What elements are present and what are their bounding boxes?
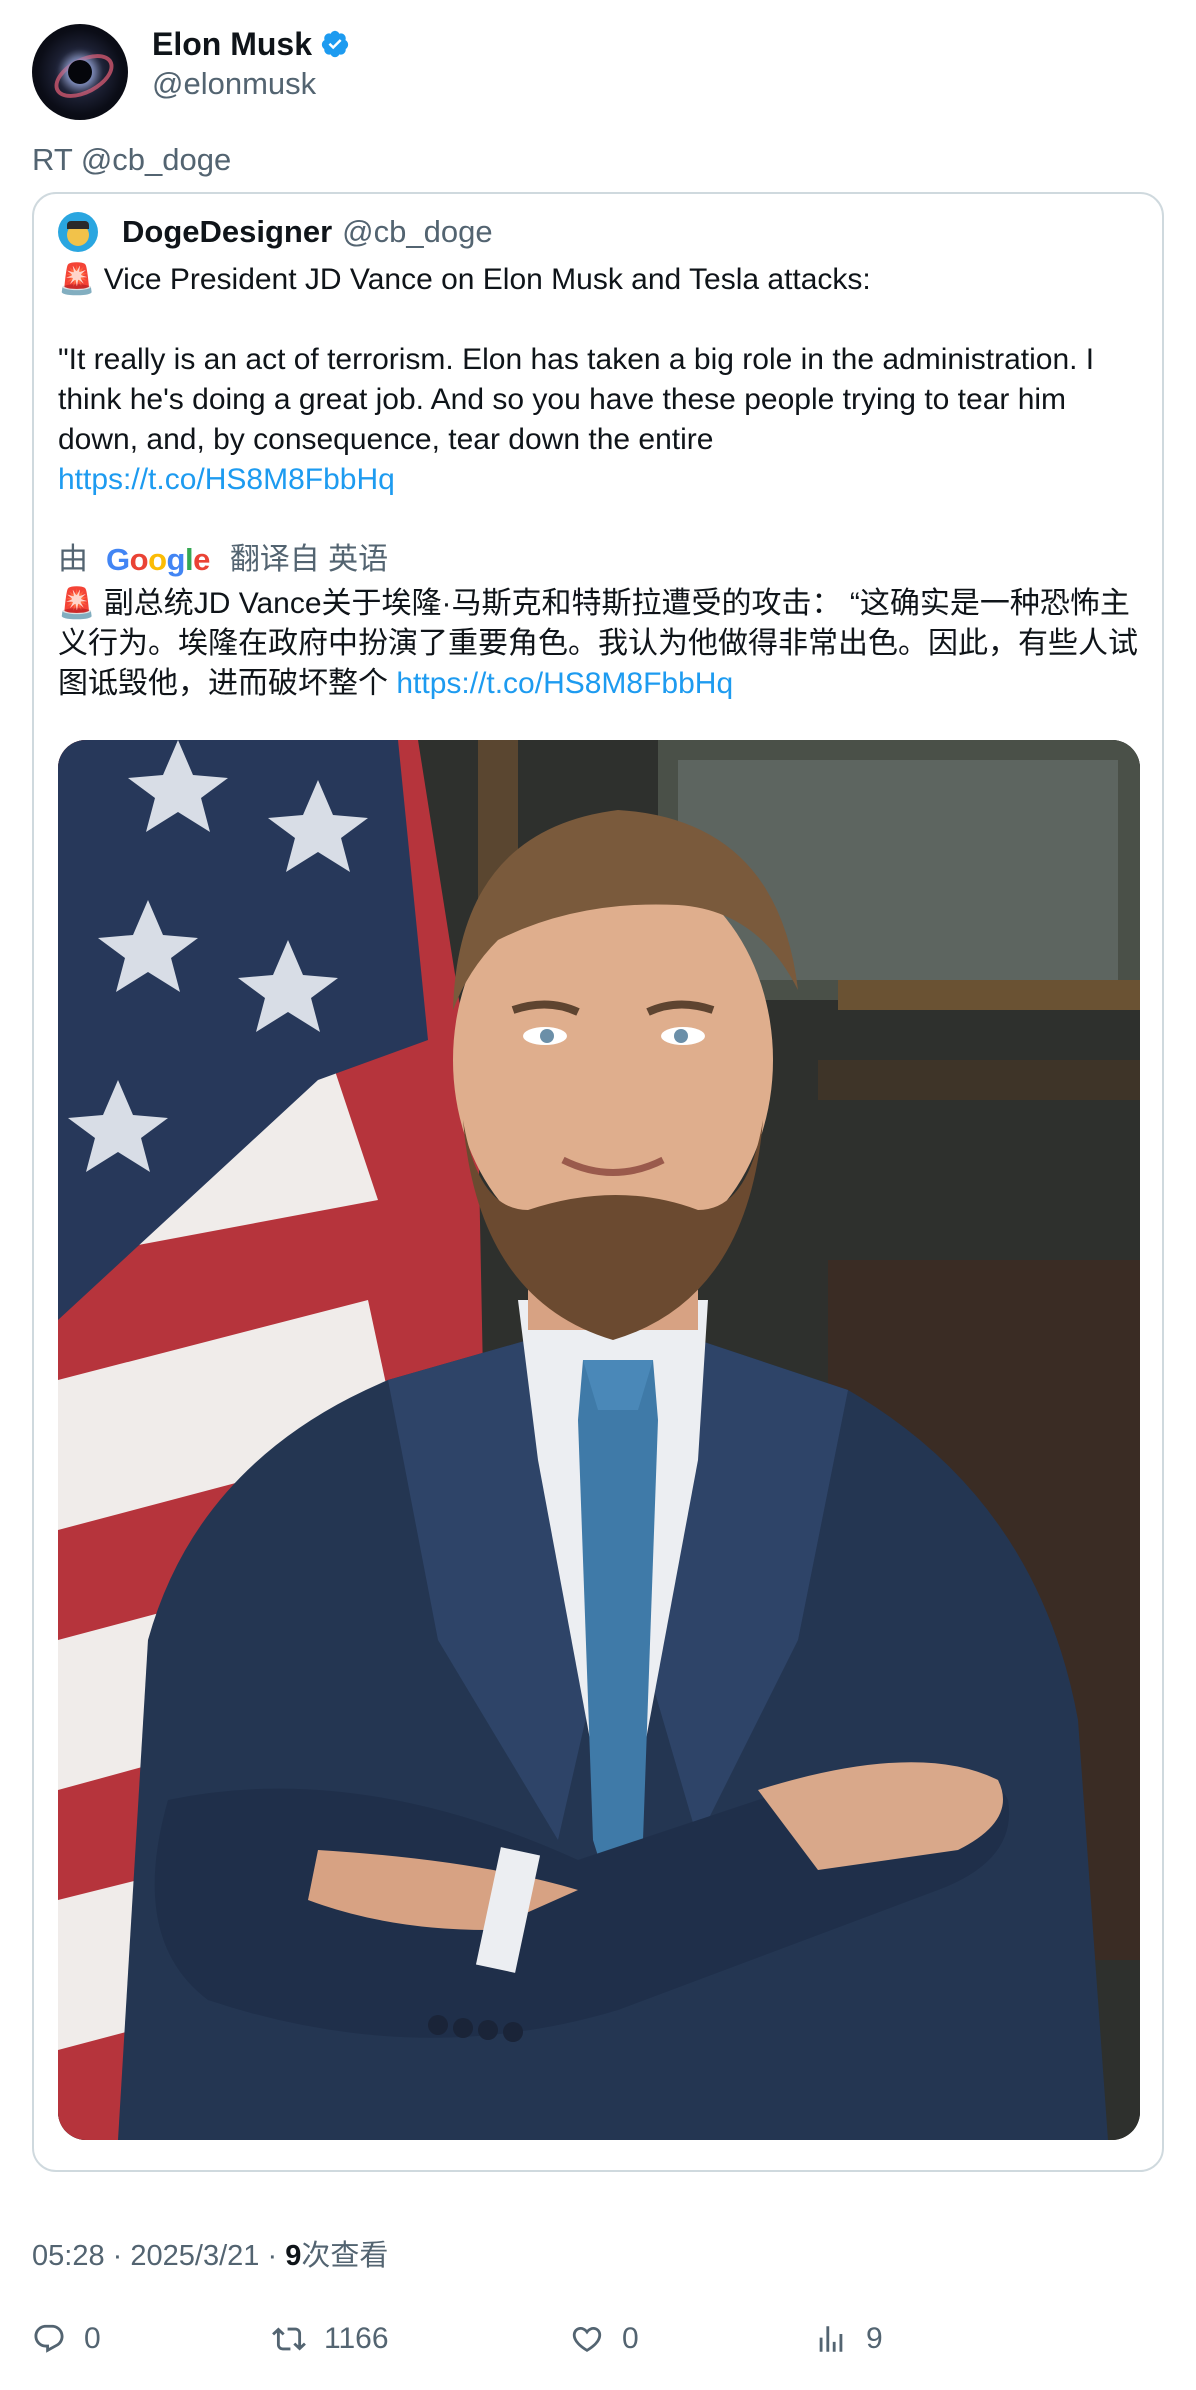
retweet-count: 1166 [324, 2322, 389, 2355]
translation-prefix: 由 [58, 543, 88, 576]
author-handle[interactable]: @elonmusk [152, 64, 350, 104]
retweet-line: RT @cb_doge [32, 142, 232, 177]
views-action-count: 9 [866, 2322, 883, 2355]
quoted-author: DogeDesigner @cb_doge [58, 212, 493, 252]
quoted-text-line1: 🚨 Vice President JD Vance on Elon Musk a… [58, 263, 871, 296]
quoted-avatar[interactable] [58, 212, 98, 252]
meta-separator-2: · [267, 2240, 278, 2272]
heart-icon [572, 2326, 602, 2352]
retweet-button[interactable]: 1166 [272, 2322, 389, 2356]
tweet-date[interactable]: 2025/3/21 [130, 2240, 259, 2272]
verified-badge-icon [321, 30, 349, 58]
tweet-actions: 0 1166 0 9 [32, 2322, 1164, 2366]
quoted-text: 🚨 Vice President JD Vance on Elon Musk a… [58, 260, 1148, 500]
like-button[interactable]: 0 [570, 2322, 639, 2356]
author-name-block: Elon Musk @elonmusk [152, 24, 350, 104]
tweet-time[interactable]: 05:28 [32, 2240, 105, 2272]
meta-separator-1: · [112, 2240, 123, 2272]
views-button[interactable]: 9 [814, 2322, 883, 2356]
tweet-meta: 05:28 · 2025/3/21 · 9次查看 [32, 2236, 388, 2276]
translated-link[interactable]: https://t.co/HS8M8FbbHq [396, 667, 733, 700]
views-count: 9 [285, 2240, 302, 2272]
quoted-handle[interactable]: @cb_doge [342, 212, 492, 252]
retweet-icon [272, 2327, 306, 2351]
bar-chart-icon [819, 2326, 843, 2352]
tweet-photo[interactable] [58, 740, 1140, 2140]
quoted-text-paragraph: "It really is an act of terrorism. Elon … [58, 340, 1148, 500]
portrait-photo-image [58, 740, 1140, 2140]
author-avatar[interactable] [32, 24, 128, 120]
views-label: 次查看 [301, 2240, 389, 2272]
author-display-name-row[interactable]: Elon Musk [152, 24, 350, 64]
tweet-page: Elon Musk @elonmusk RT @cb_doge DogeDesi… [0, 0, 1196, 2390]
quoted-tweet-card[interactable]: DogeDesigner @cb_doge 🚨 Vice President J… [32, 192, 1164, 2172]
reply-icon [34, 2324, 64, 2353]
translated-text: 🚨 副总统JD Vance关于埃隆·马斯克和特斯拉遭受的攻击： “这确实是一种恐… [58, 584, 1158, 704]
quoted-link[interactable]: https://t.co/HS8M8FbbHq [58, 463, 395, 496]
author-display-name[interactable]: Elon Musk [152, 24, 312, 64]
like-count: 0 [622, 2322, 639, 2355]
translation-attribution: 由 Google 翻译自 英语 [58, 540, 388, 580]
quoted-display-name[interactable]: DogeDesigner [122, 212, 332, 252]
reply-button[interactable]: 0 [32, 2322, 101, 2356]
reply-count: 0 [84, 2322, 101, 2355]
google-logo: Google [106, 542, 210, 577]
tweet-author: Elon Musk @elonmusk [32, 24, 350, 120]
translation-suffix[interactable]: 翻译自 英语 [230, 540, 388, 580]
quoted-text-para2: "It really is an act of terrorism. Elon … [58, 343, 1095, 456]
